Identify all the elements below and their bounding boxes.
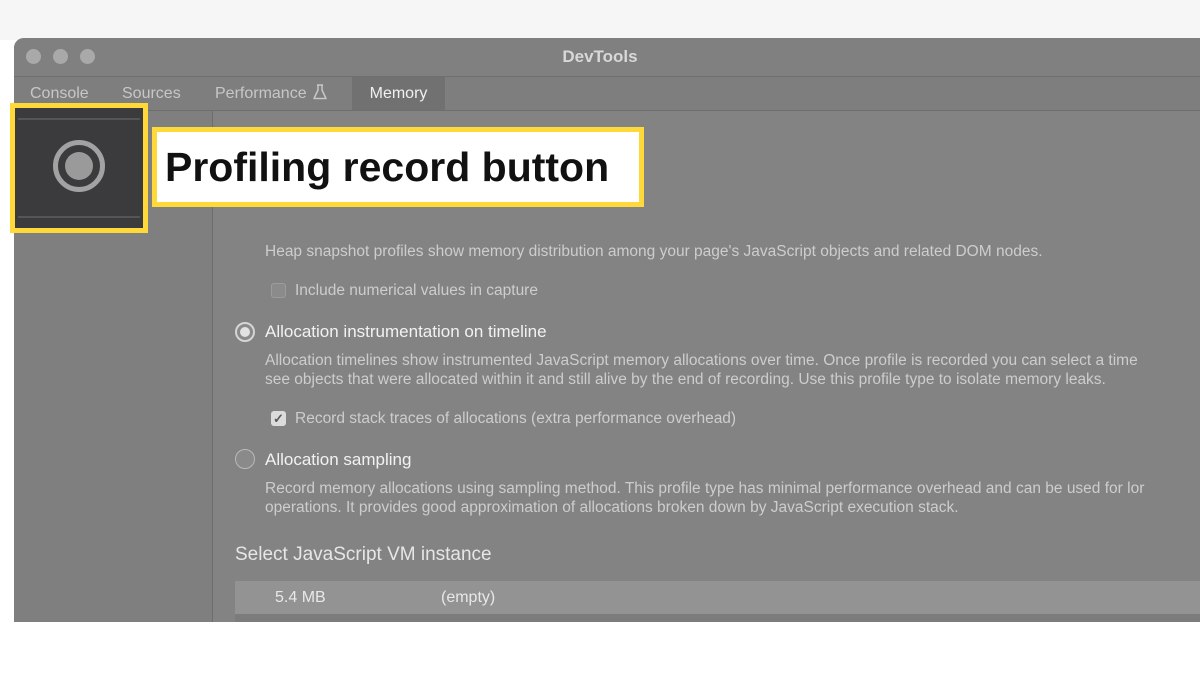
vm-instance-heading: Select JavaScript VM instance [235, 544, 492, 565]
tab-console-label: Console [30, 85, 89, 102]
allocation-sampling-description-2: operations. It provides good approximati… [265, 499, 959, 516]
heap-snapshot-description: Heap snapshot profiles show memory distr… [265, 243, 1043, 260]
flask-icon [312, 79, 327, 113]
vm-name: (empty) [441, 589, 496, 606]
record-button-area [15, 108, 143, 228]
vm-size: 5.4 MB [275, 589, 326, 606]
toolbar-divider [18, 216, 140, 218]
allocation-sampling-radio[interactable] [235, 449, 255, 469]
table-row[interactable]: 5.4 MB (empty) [235, 581, 1200, 614]
record-icon[interactable] [53, 140, 105, 192]
toolbar-divider [18, 118, 140, 120]
record-button-highlight [10, 103, 148, 233]
stack-traces-label: Record stack traces of allocations (extr… [295, 410, 737, 427]
devtools-window: DevTools Console Sources Performance Mem… [14, 38, 1200, 622]
window-title: DevTools [562, 47, 638, 66]
allocation-sampling-label: Allocation sampling [265, 450, 412, 469]
tab-sources-label: Sources [122, 85, 181, 102]
tab-performance-label: Performance [215, 85, 307, 102]
allocation-timeline-radio[interactable] [235, 322, 255, 342]
annotation-callout: Profiling record button [152, 127, 644, 207]
include-numerical-checkbox[interactable] [271, 283, 286, 298]
panel-tab-bar: Console Sources Performance Memory [14, 77, 1200, 111]
tab-memory[interactable]: Memory [352, 77, 445, 110]
top-strip [0, 0, 1200, 40]
stack-traces-checkbox[interactable]: ✓ [271, 411, 286, 426]
allocation-sampling-description-1: Record memory allocations using sampling… [265, 480, 1145, 497]
allocation-timeline-label: Allocation instrumentation on timeline [265, 322, 547, 341]
vm-instance-table: 5.4 MB (empty) [235, 581, 1200, 622]
tab-performance[interactable]: Performance [215, 77, 327, 110]
allocation-timeline-description-1: Allocation timelines show instrumented J… [265, 352, 1138, 369]
include-numerical-label: Include numerical values in capture [295, 282, 538, 299]
allocation-timeline-description-2: see objects that were allocated within i… [265, 371, 1106, 388]
tab-memory-label: Memory [369, 85, 428, 102]
title-bar: DevTools [14, 38, 1200, 77]
annotation-label: Profiling record button [157, 132, 639, 202]
